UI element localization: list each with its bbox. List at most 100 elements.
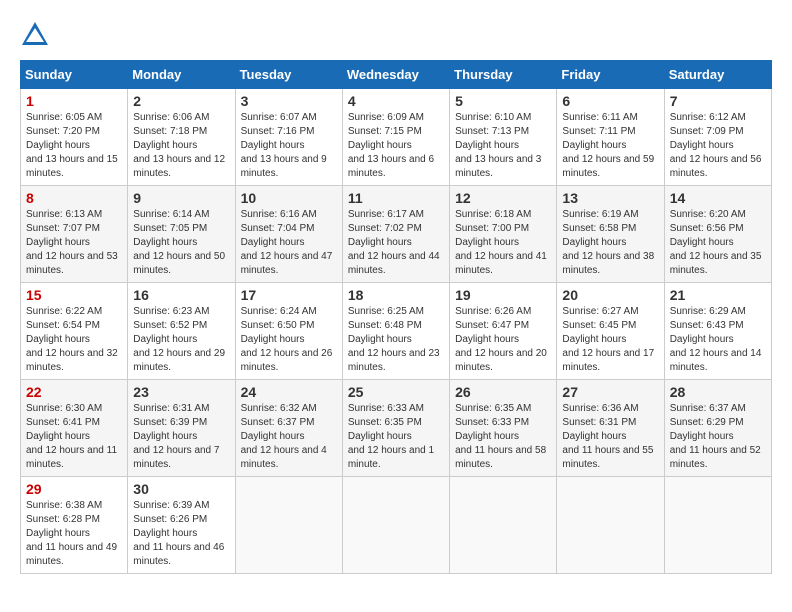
day-number: 9 (133, 190, 229, 206)
day-number: 3 (241, 93, 337, 109)
calendar-week-row: 15 Sunrise: 6:22 AM Sunset: 6:54 PM Dayl… (21, 283, 772, 380)
day-content: Sunrise: 6:20 AM Sunset: 6:56 PM Dayligh… (670, 208, 766, 278)
day-content: Sunrise: 6:39 AM Sunset: 6:26 PM Dayligh… (133, 499, 229, 569)
calendar-cell: 27 Sunrise: 6:36 AM Sunset: 6:31 PM Dayl… (557, 380, 664, 477)
day-number: 2 (133, 93, 229, 109)
day-content: Sunrise: 6:25 AM Sunset: 6:48 PM Dayligh… (348, 305, 444, 375)
day-content: Sunrise: 6:33 AM Sunset: 6:35 PM Dayligh… (348, 402, 444, 472)
column-header-friday: Friday (557, 61, 664, 89)
column-header-wednesday: Wednesday (342, 61, 449, 89)
day-content: Sunrise: 6:11 AM Sunset: 7:11 PM Dayligh… (562, 111, 658, 181)
calendar-week-row: 1 Sunrise: 6:05 AM Sunset: 7:20 PM Dayli… (21, 89, 772, 186)
calendar-cell: 14 Sunrise: 6:20 AM Sunset: 6:56 PM Dayl… (664, 186, 771, 283)
day-content: Sunrise: 6:22 AM Sunset: 6:54 PM Dayligh… (26, 305, 122, 375)
day-content: Sunrise: 6:38 AM Sunset: 6:28 PM Dayligh… (26, 499, 122, 569)
day-number: 6 (562, 93, 658, 109)
day-content: Sunrise: 6:09 AM Sunset: 7:15 PM Dayligh… (348, 111, 444, 181)
calendar-cell: 7 Sunrise: 6:12 AM Sunset: 7:09 PM Dayli… (664, 89, 771, 186)
day-content: Sunrise: 6:26 AM Sunset: 6:47 PM Dayligh… (455, 305, 551, 375)
day-content: Sunrise: 6:24 AM Sunset: 6:50 PM Dayligh… (241, 305, 337, 375)
calendar-cell: 28 Sunrise: 6:37 AM Sunset: 6:29 PM Dayl… (664, 380, 771, 477)
day-number: 26 (455, 384, 551, 400)
calendar-cell: 16 Sunrise: 6:23 AM Sunset: 6:52 PM Dayl… (128, 283, 235, 380)
day-content: Sunrise: 6:12 AM Sunset: 7:09 PM Dayligh… (670, 111, 766, 181)
day-content: Sunrise: 6:32 AM Sunset: 6:37 PM Dayligh… (241, 402, 337, 472)
calendar-week-row: 22 Sunrise: 6:30 AM Sunset: 6:41 PM Dayl… (21, 380, 772, 477)
day-content: Sunrise: 6:17 AM Sunset: 7:02 PM Dayligh… (348, 208, 444, 278)
day-number: 5 (455, 93, 551, 109)
day-number: 4 (348, 93, 444, 109)
calendar-cell: 8 Sunrise: 6:13 AM Sunset: 7:07 PM Dayli… (21, 186, 128, 283)
calendar-cell: 4 Sunrise: 6:09 AM Sunset: 7:15 PM Dayli… (342, 89, 449, 186)
calendar-cell (664, 477, 771, 574)
calendar-cell: 6 Sunrise: 6:11 AM Sunset: 7:11 PM Dayli… (557, 89, 664, 186)
page-header (20, 20, 772, 50)
calendar-week-row: 8 Sunrise: 6:13 AM Sunset: 7:07 PM Dayli… (21, 186, 772, 283)
calendar-cell: 5 Sunrise: 6:10 AM Sunset: 7:13 PM Dayli… (450, 89, 557, 186)
day-number: 7 (670, 93, 766, 109)
day-number: 21 (670, 287, 766, 303)
day-content: Sunrise: 6:36 AM Sunset: 6:31 PM Dayligh… (562, 402, 658, 472)
day-number: 13 (562, 190, 658, 206)
day-content: Sunrise: 6:10 AM Sunset: 7:13 PM Dayligh… (455, 111, 551, 181)
calendar-cell: 25 Sunrise: 6:33 AM Sunset: 6:35 PM Dayl… (342, 380, 449, 477)
calendar-cell: 12 Sunrise: 6:18 AM Sunset: 7:00 PM Dayl… (450, 186, 557, 283)
day-content: Sunrise: 6:05 AM Sunset: 7:20 PM Dayligh… (26, 111, 122, 181)
calendar-cell: 17 Sunrise: 6:24 AM Sunset: 6:50 PM Dayl… (235, 283, 342, 380)
day-content: Sunrise: 6:18 AM Sunset: 7:00 PM Dayligh… (455, 208, 551, 278)
calendar-cell: 18 Sunrise: 6:25 AM Sunset: 6:48 PM Dayl… (342, 283, 449, 380)
calendar-cell (450, 477, 557, 574)
day-number: 23 (133, 384, 229, 400)
day-number: 10 (241, 190, 337, 206)
day-content: Sunrise: 6:35 AM Sunset: 6:33 PM Dayligh… (455, 402, 551, 472)
logo (20, 20, 56, 50)
column-header-sunday: Sunday (21, 61, 128, 89)
day-number: 25 (348, 384, 444, 400)
calendar-cell: 30 Sunrise: 6:39 AM Sunset: 6:26 PM Dayl… (128, 477, 235, 574)
day-content: Sunrise: 6:30 AM Sunset: 6:41 PM Dayligh… (26, 402, 122, 472)
calendar-cell: 13 Sunrise: 6:19 AM Sunset: 6:58 PM Dayl… (557, 186, 664, 283)
calendar-cell: 19 Sunrise: 6:26 AM Sunset: 6:47 PM Dayl… (450, 283, 557, 380)
day-content: Sunrise: 6:23 AM Sunset: 6:52 PM Dayligh… (133, 305, 229, 375)
day-content: Sunrise: 6:27 AM Sunset: 6:45 PM Dayligh… (562, 305, 658, 375)
day-number: 17 (241, 287, 337, 303)
day-content: Sunrise: 6:29 AM Sunset: 6:43 PM Dayligh… (670, 305, 766, 375)
day-number: 18 (348, 287, 444, 303)
calendar-table: SundayMondayTuesdayWednesdayThursdayFrid… (20, 60, 772, 574)
day-number: 8 (26, 190, 122, 206)
calendar-cell: 10 Sunrise: 6:16 AM Sunset: 7:04 PM Dayl… (235, 186, 342, 283)
calendar-cell: 3 Sunrise: 6:07 AM Sunset: 7:16 PM Dayli… (235, 89, 342, 186)
calendar-cell: 29 Sunrise: 6:38 AM Sunset: 6:28 PM Dayl… (21, 477, 128, 574)
day-number: 27 (562, 384, 658, 400)
calendar-cell: 15 Sunrise: 6:22 AM Sunset: 6:54 PM Dayl… (21, 283, 128, 380)
day-number: 19 (455, 287, 551, 303)
day-number: 20 (562, 287, 658, 303)
day-number: 30 (133, 481, 229, 497)
day-number: 28 (670, 384, 766, 400)
column-header-tuesday: Tuesday (235, 61, 342, 89)
column-header-thursday: Thursday (450, 61, 557, 89)
day-number: 16 (133, 287, 229, 303)
calendar-cell: 22 Sunrise: 6:30 AM Sunset: 6:41 PM Dayl… (21, 380, 128, 477)
calendar-week-row: 29 Sunrise: 6:38 AM Sunset: 6:28 PM Dayl… (21, 477, 772, 574)
day-content: Sunrise: 6:19 AM Sunset: 6:58 PM Dayligh… (562, 208, 658, 278)
calendar-header-row: SundayMondayTuesdayWednesdayThursdayFrid… (21, 61, 772, 89)
day-content: Sunrise: 6:14 AM Sunset: 7:05 PM Dayligh… (133, 208, 229, 278)
day-number: 14 (670, 190, 766, 206)
day-content: Sunrise: 6:16 AM Sunset: 7:04 PM Dayligh… (241, 208, 337, 278)
calendar-cell: 2 Sunrise: 6:06 AM Sunset: 7:18 PM Dayli… (128, 89, 235, 186)
column-header-monday: Monday (128, 61, 235, 89)
day-content: Sunrise: 6:37 AM Sunset: 6:29 PM Dayligh… (670, 402, 766, 472)
logo-icon (20, 20, 50, 50)
day-number: 15 (26, 287, 122, 303)
calendar-cell: 11 Sunrise: 6:17 AM Sunset: 7:02 PM Dayl… (342, 186, 449, 283)
day-content: Sunrise: 6:07 AM Sunset: 7:16 PM Dayligh… (241, 111, 337, 181)
calendar-cell: 1 Sunrise: 6:05 AM Sunset: 7:20 PM Dayli… (21, 89, 128, 186)
day-content: Sunrise: 6:31 AM Sunset: 6:39 PM Dayligh… (133, 402, 229, 472)
day-content: Sunrise: 6:06 AM Sunset: 7:18 PM Dayligh… (133, 111, 229, 181)
calendar-cell: 21 Sunrise: 6:29 AM Sunset: 6:43 PM Dayl… (664, 283, 771, 380)
column-header-saturday: Saturday (664, 61, 771, 89)
day-number: 11 (348, 190, 444, 206)
calendar-cell: 9 Sunrise: 6:14 AM Sunset: 7:05 PM Dayli… (128, 186, 235, 283)
day-number: 1 (26, 93, 122, 109)
